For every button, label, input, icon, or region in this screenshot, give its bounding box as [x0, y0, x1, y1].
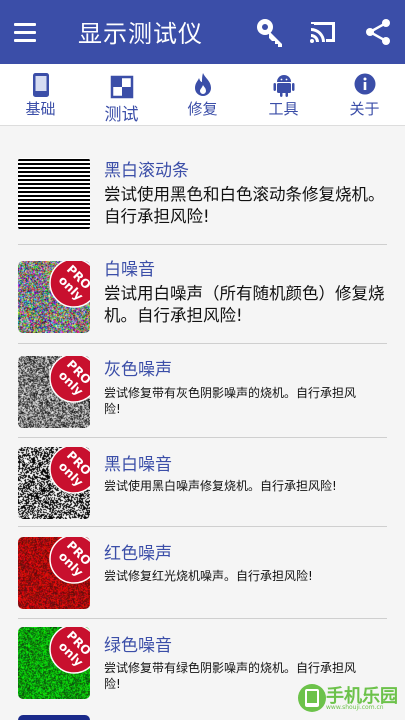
tab-basic[interactable]: 基础	[0, 64, 81, 126]
watermark-sub: www.shouji.com.cn	[326, 704, 384, 711]
stripe-line	[18, 195, 90, 197]
item-title: 绿色噪音	[104, 636, 172, 656]
phone-icon	[32, 73, 49, 97]
item-description: 尝试修复红光烧机噪声。自行承担风险!	[104, 569, 313, 583]
tab-about[interactable]: 关于	[324, 64, 405, 126]
app-title: 显示测试仪	[78, 20, 203, 48]
tab-test-label: 测试	[104, 105, 139, 125]
tab-test[interactable]: 测试	[81, 64, 162, 126]
tab-basic-label: 基础	[25, 100, 56, 118]
stripe-line	[18, 199, 90, 201]
color-noise-thumbnail: PRO only	[18, 261, 90, 333]
pro-only-badge: PRO only	[49, 537, 90, 584]
item-description: 尝试使用黑白噪声修复烧机。自行承担风险!	[104, 479, 337, 493]
tab-repair-label: 修复	[187, 100, 218, 118]
bw-noise-thumbnail: PRO only	[18, 447, 90, 519]
item-title: 白噪音	[104, 260, 155, 280]
item-title: 红色噪声	[104, 544, 172, 564]
stripe-line	[18, 159, 90, 161]
item-title: 灰色噪声	[104, 360, 172, 380]
item-title: 黑白噪音	[104, 455, 172, 475]
item-description: 尝试修复带有灰色阴影噪声的烧机。自行承担风险!	[104, 386, 357, 417]
android-icon	[273, 75, 294, 97]
stripe-line	[18, 203, 90, 205]
tab-repair[interactable]: 修复	[162, 64, 243, 126]
red-noise-thumbnail: PRO only	[18, 537, 90, 609]
tab-tools-label: 工具	[268, 100, 299, 118]
tab-tools[interactable]: 工具	[243, 64, 324, 126]
cast-icon[interactable]	[307, 16, 339, 48]
stripe-line	[18, 215, 90, 217]
divider	[18, 437, 387, 438]
next-thumbnail	[18, 715, 90, 720]
divider	[18, 244, 387, 245]
stripes-pattern	[18, 158, 90, 230]
stripe-line	[18, 227, 90, 229]
stripe-line	[18, 187, 90, 189]
divider	[18, 343, 387, 344]
info-icon	[354, 73, 375, 95]
flame-icon	[194, 73, 211, 96]
tab-about-label: 关于	[349, 100, 380, 118]
pro-only-badge: PRO only	[49, 627, 90, 674]
stripe-line	[18, 183, 90, 185]
menu-icon[interactable]	[14, 17, 48, 47]
stripe-line	[18, 219, 90, 221]
item-description: 尝试使用黑色和白色滚动条修复烧机。自行承担风险!	[104, 185, 385, 227]
stripe-line	[18, 167, 90, 169]
stripe-line	[18, 191, 90, 193]
stripe-line	[18, 175, 90, 177]
item-title: 黑白滚动条	[104, 161, 189, 181]
stripe-line	[18, 211, 90, 213]
divider	[18, 618, 387, 619]
app-root: 显示测试仪 基础 测试 修复 工具 关于 黑白滚动条 尝试使用黑色和白色滚动条修…	[0, 0, 405, 720]
gray-noise-thumbnail: PRO only	[18, 356, 90, 428]
share-icon[interactable]	[362, 16, 394, 48]
key-icon[interactable]	[254, 16, 286, 48]
stripe-line	[18, 163, 90, 165]
checker-icon	[110, 75, 133, 99]
stripes-thumbnail	[18, 158, 90, 230]
stripe-line	[18, 171, 90, 173]
stripe-line	[18, 223, 90, 225]
tab-bar: 基础 测试 修复 工具 关于	[0, 64, 405, 126]
pro-only-badge: PRO only	[49, 356, 90, 403]
divider	[18, 526, 387, 527]
stripe-line	[18, 179, 90, 181]
item-description: 尝试用白噪声（所有随机颜色）修复烧机。自行承担风险!	[104, 284, 385, 326]
green-noise-thumbnail: PRO only	[18, 627, 90, 699]
pro-only-badge: PRO only	[49, 447, 90, 494]
stripe-line	[18, 207, 90, 209]
app-toolbar: 显示测试仪	[0, 0, 405, 64]
pro-only-badge: PRO only	[49, 261, 90, 308]
